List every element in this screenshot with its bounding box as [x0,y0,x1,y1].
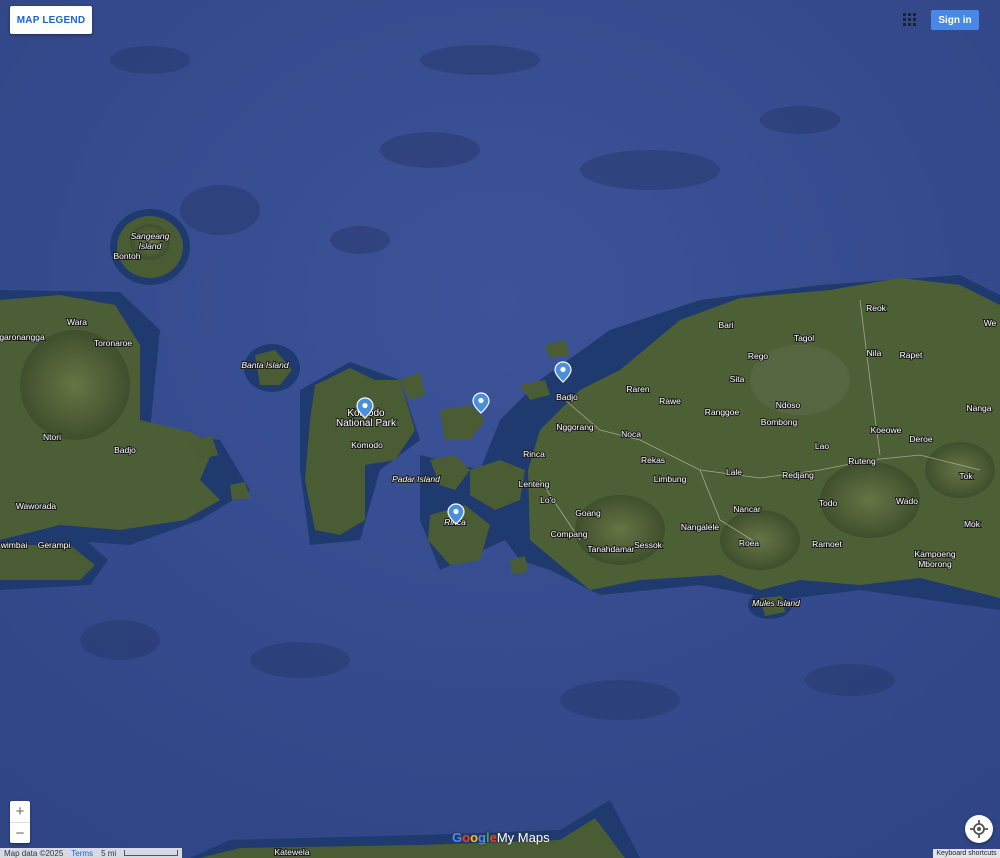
place-label-nancar: Nancar [733,504,761,514]
place-label-nanga: Nanga [966,403,991,413]
place-label-garonangga: garonangga [0,332,45,342]
place-label-nggorang: Nggorang [556,422,594,432]
my-location-button[interactable] [965,815,993,843]
place-label-rawe: Rawe [659,396,681,406]
place-label-rapet: Rapet [900,350,923,360]
place-label-roea: Roea [739,538,760,548]
place-label-lale: Lale [726,467,742,477]
map-attribution: Map data ©2025 Terms 5 mi [0,848,183,858]
place-label-wara: Wara [67,317,87,327]
brand-letter: e [489,830,497,845]
place-label-komodo: Komodo [351,440,383,450]
place-label-redjang: Redjang [782,470,814,480]
place-label-waworada: Waworada [16,501,57,511]
place-label-nila: Nila [867,348,882,358]
place-label-todo: Todo [819,498,838,508]
place-label-rego: Rego [748,351,769,361]
place-label-mok: Mok [964,519,981,529]
scale-bar [124,850,179,856]
zoom-out-button[interactable]: − [10,823,30,844]
sign-in-button[interactable]: Sign in [931,10,979,30]
google-my-maps-logo: GoogleMy Maps [452,830,550,846]
place-label-compang: Compang [551,529,588,539]
place-label-bari: Bari [718,320,733,330]
place-label-banta-island: Banta Island [241,360,289,370]
place-label-toronaroe: Toronaroe [94,338,133,348]
terms-link[interactable]: Terms [71,849,93,858]
place-label-badjo-east: Badjo [556,392,578,402]
place-label-gerampi: Gerampi [38,540,71,550]
zoom-in-button[interactable]: + [10,801,30,822]
satellite-map[interactable]: Sangeang IslandBontohWaragaronanggaTorona… [0,0,1000,858]
place-label-ntori: Ntori [43,432,61,442]
place-label-padar-island: Padar Island [392,474,440,484]
place-label-badjo-west: Badjo [114,445,136,455]
place-label-sita: Sita [730,374,745,384]
place-label-deroe: Deroe [909,434,932,444]
place-label-raren: Raren [626,384,649,394]
map-data-text: Map data ©2025 [4,848,64,858]
place-label-ruteng: Ruteng [848,456,876,466]
place-label-wado: Wado [896,496,918,506]
place-label-limbung: Limbung [654,474,687,484]
brand-letter: g [478,830,486,845]
place-label-kampoeng-mborong: Kampoeng Mborong [914,549,955,569]
place-label-goang: Goang [575,508,601,518]
place-label-rekas: Rekas [641,455,665,465]
brand-mymaps: My Maps [496,830,550,845]
place-label-wimbai: wimbai [0,540,27,550]
place-label-ndoso: Ndoso [776,400,801,410]
place-label-bombong: Bombong [761,417,798,427]
brand-letter: G [452,830,463,845]
scale-label: 5 mi [101,848,117,858]
place-label-lao: Lao [815,441,829,451]
place-label-nangalele: Nangalele [681,522,720,532]
place-label-we: We [984,318,997,328]
zoom-control: + − [10,801,30,843]
brand-letter: o [462,830,471,845]
place-label-loo: Lo'o [540,495,556,505]
place-label-reok: Reok [866,303,887,313]
apps-grid-icon[interactable] [903,13,917,27]
place-label-noca: Noca [621,429,641,439]
place-label-sessok: Sessok [634,540,663,550]
place-label-tok: Tok [959,471,973,481]
place-label-tagol: Tagol [794,333,814,343]
place-label-lenteng: Lenteng [519,479,550,489]
place-label-bontoh: Bontoh [114,251,141,261]
place-label-ranggoe: Ranggoe [705,407,740,417]
place-label-tanahdamar: Tanahdamar [587,544,634,554]
brand-letter: o [470,830,479,845]
keyboard-shortcuts-link[interactable]: Keyboard shortcuts [933,849,1000,858]
place-label-koeowe: Koeowe [871,425,902,435]
map-legend-button[interactable]: MAP LEGEND [10,6,92,34]
my-location-icon [970,820,988,838]
place-label-rinca-town: Rinca [523,449,545,459]
place-label-mules-island: Mules Island [752,598,800,608]
place-label-katewel: Katewela [275,847,310,857]
place-label-ramoet: Ramoet [812,539,842,549]
